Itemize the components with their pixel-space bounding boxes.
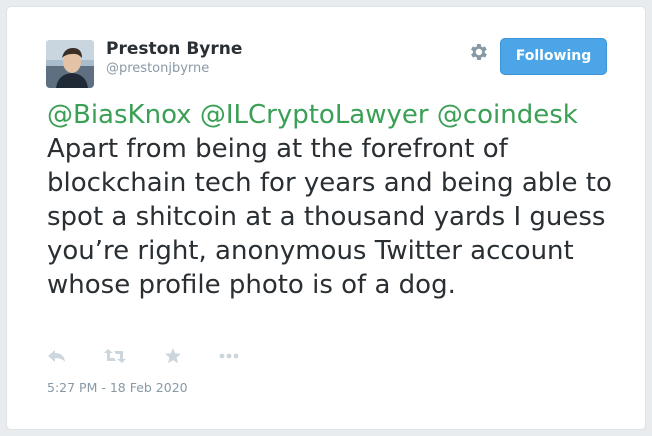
profile-photo (46, 40, 94, 88)
tweet-card: Preston Byrne @prestonjbyrne Following @… (6, 6, 646, 430)
gear-icon[interactable] (467, 41, 489, 63)
author-handle[interactable]: @prestonjbyrne (106, 61, 209, 76)
mention-coindesk[interactable]: @coindesk (437, 100, 578, 130)
more-icon[interactable] (219, 347, 241, 367)
author-name[interactable]: Preston Byrne (106, 39, 242, 59)
mention-biasknox[interactable]: @BiasKnox (47, 100, 192, 130)
tweet-body: Apart from being at the forefront of blo… (47, 134, 612, 300)
mention-ilcryptolawyer[interactable]: @ILCryptoLawyer (200, 100, 429, 130)
following-button[interactable]: Following (500, 38, 607, 75)
tweet-timestamp[interactable]: 5:27 PM - 18 Feb 2020 (47, 380, 188, 395)
favorite-icon[interactable] (164, 347, 186, 367)
reply-icon[interactable] (47, 347, 69, 367)
tweet-text: @BiasKnox @ILCryptoLawyer @coindesk Apar… (47, 98, 627, 302)
retweet-icon[interactable] (104, 347, 126, 367)
avatar[interactable] (46, 40, 94, 88)
